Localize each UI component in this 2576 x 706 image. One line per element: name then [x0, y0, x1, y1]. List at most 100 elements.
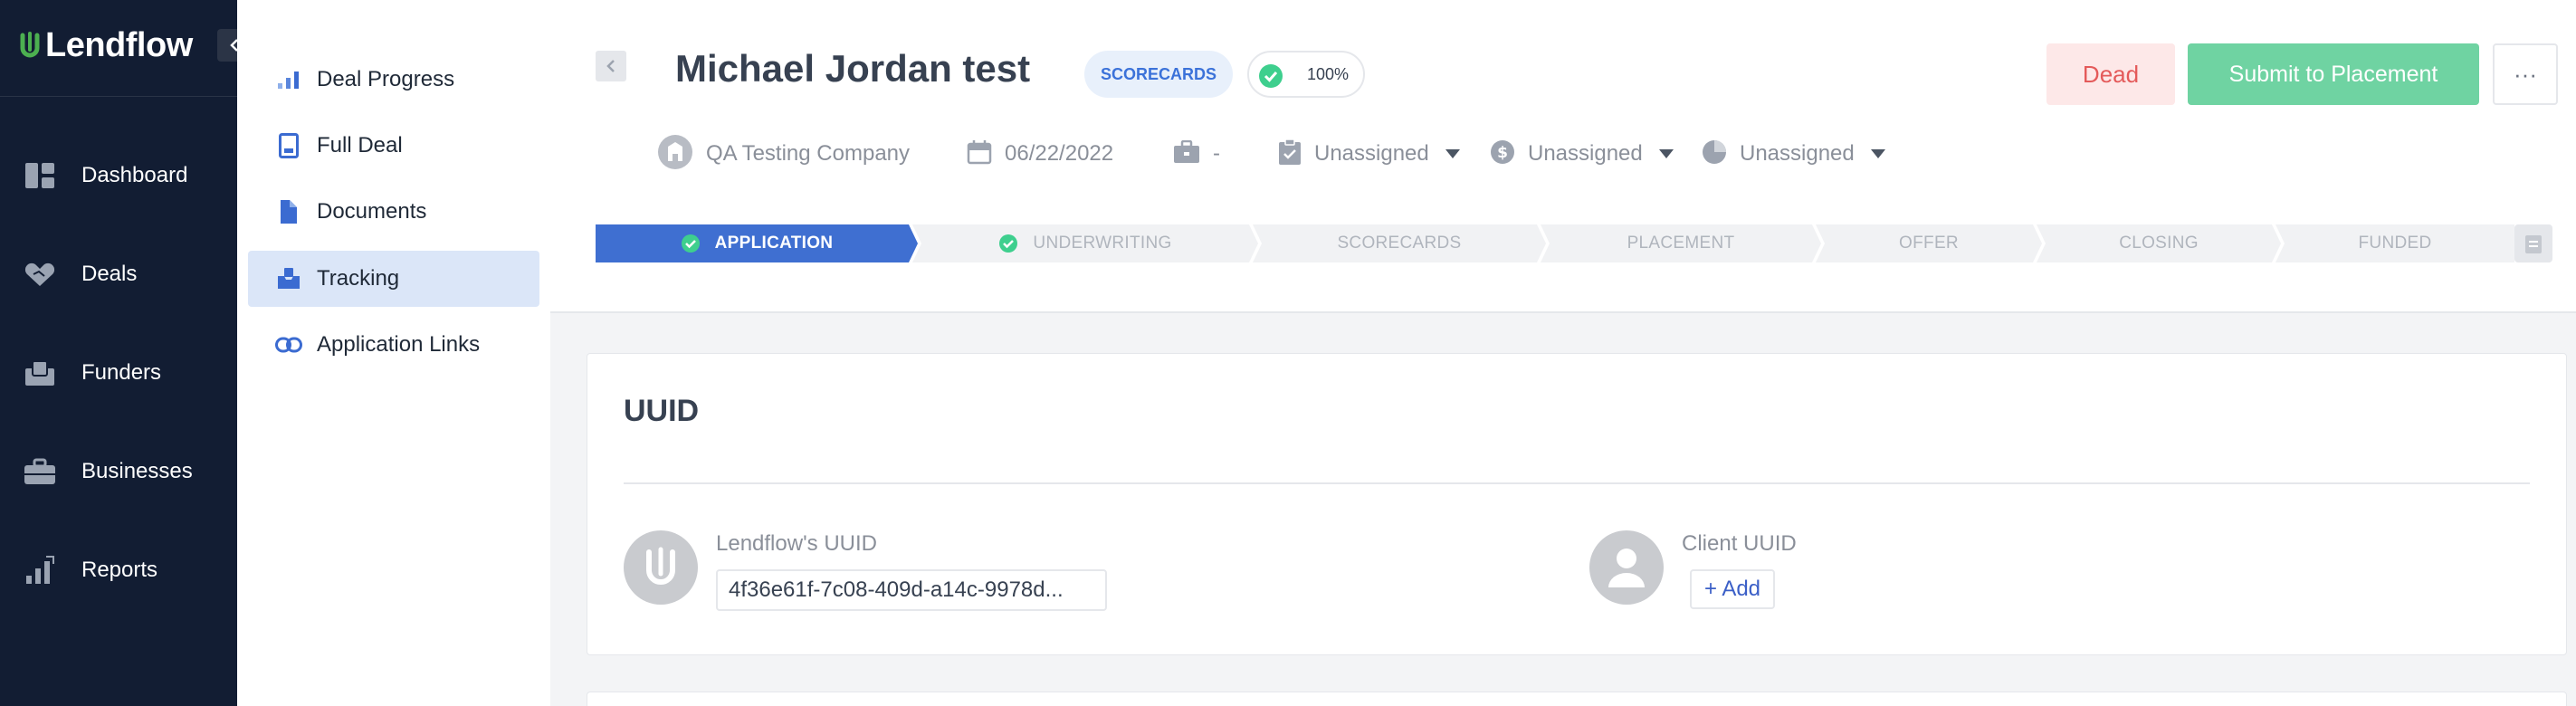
- assignee-dropdown-funding[interactable]: $ Unassigned: [1490, 134, 1674, 174]
- card-divider: [624, 482, 2530, 484]
- back-button[interactable]: [596, 51, 626, 81]
- stage-label: SCORECARDS: [1337, 234, 1462, 253]
- link-icon: [275, 331, 302, 358]
- dollar-circle-icon: $: [1490, 139, 1515, 169]
- briefcase-icon: [24, 455, 56, 488]
- deal-sub-navigation: Deal Progress Full Deal Documents Tracki…: [237, 0, 550, 706]
- date-value: 06/22/2022: [1005, 141, 1114, 166]
- subnav-item-label: Application Links: [317, 332, 481, 357]
- stage-offer[interactable]: OFFER: [1816, 224, 2042, 262]
- add-client-uuid-button[interactable]: + Add: [1690, 569, 1775, 609]
- nav-item-deals[interactable]: Deals: [0, 247, 237, 301]
- stage-label: OFFER: [1899, 234, 1959, 253]
- left-navigation: Lendflow Dashboard Deals Funders Busines…: [0, 0, 252, 706]
- nav-item-dashboard[interactable]: Dashboard: [0, 148, 237, 203]
- completion-badge: 100%: [1247, 51, 1365, 98]
- stage-closing[interactable]: CLOSING: [2037, 224, 2281, 262]
- deal-stage-progress: APPLICATION UNDERWRITING SCORECARDS PLAC…: [596, 224, 2533, 262]
- card-title: UUID: [624, 394, 700, 428]
- chevron-down-icon: [1658, 149, 1674, 158]
- stage-placement[interactable]: PLACEMENT: [1541, 224, 1821, 262]
- deal-header: Michael Jordan test SCORECARDS 100% Dead…: [550, 0, 2576, 313]
- clipboard-check-icon: [1278, 138, 1302, 170]
- subnav-item-documents[interactable]: Documents: [248, 184, 539, 240]
- subnav-item-label: Documents: [317, 199, 427, 224]
- calendar-icon: [967, 139, 992, 169]
- lendflow-logo[interactable]: Lendflow: [20, 24, 193, 67]
- document-icon: [275, 132, 302, 159]
- next-card: [587, 692, 2567, 706]
- nav-item-label: Businesses: [81, 459, 193, 483]
- lendflow-uuid-field[interactable]: 4f36e61f-7c08-409d-a14c-9978d...: [716, 569, 1107, 611]
- brand-name: Lendflow: [45, 25, 193, 64]
- nav-item-label: Deals: [81, 262, 138, 286]
- company-info[interactable]: QA Testing Company: [657, 134, 910, 174]
- lendflow-logo-mark-icon: [646, 547, 675, 585]
- stage-scorecards[interactable]: SCORECARDS: [1253, 224, 1546, 262]
- assignee-dropdown-analyst[interactable]: Unassigned: [1702, 134, 1885, 174]
- subnav-item-full-deal[interactable]: Full Deal: [248, 118, 539, 174]
- dead-button[interactable]: Dead: [2046, 43, 2175, 105]
- stage-funded[interactable]: FUNDED: [2275, 224, 2514, 262]
- nav-item-funders[interactable]: Funders: [0, 346, 237, 400]
- nav-item-label: Dashboard: [81, 163, 188, 187]
- scorecards-badge[interactable]: SCORECARDS: [1084, 51, 1234, 98]
- lendflow-logo-mark-icon: [20, 32, 40, 58]
- stage-label: UNDERWRITING: [1033, 234, 1172, 253]
- subnav-item-label: Deal Progress: [317, 67, 455, 91]
- check-circle-icon: [999, 234, 1018, 253]
- stage-label: APPLICATION: [714, 234, 834, 253]
- company-name: QA Testing Company: [706, 141, 911, 166]
- assignee-value: Unassigned: [1314, 141, 1429, 166]
- nav-item-label: Funders: [81, 360, 162, 385]
- file-icon: [275, 198, 302, 225]
- assignee-value: Unassigned: [1740, 141, 1855, 166]
- subnav-item-tracking[interactable]: Tracking: [248, 251, 539, 307]
- lendflow-avatar: [624, 530, 698, 605]
- chevron-left-icon: [606, 60, 615, 72]
- product-info: -: [1173, 134, 1220, 174]
- submit-to-placement-button[interactable]: Submit to Placement: [2188, 43, 2479, 105]
- briefcase-icon: [1173, 139, 1200, 168]
- subnav-item-deal-progress[interactable]: Deal Progress: [248, 52, 539, 108]
- lendflow-uuid-label: Lendflow's UUID: [716, 531, 877, 556]
- deal-date: 06/22/2022: [967, 134, 1113, 174]
- funders-icon: [24, 357, 56, 389]
- clipboard-icon: [2525, 235, 2542, 253]
- subnav-item-label: Tracking: [317, 266, 400, 291]
- stage-label: PLACEMENT: [1627, 234, 1735, 253]
- page-title: Michael Jordan test: [675, 47, 1031, 90]
- notes-button[interactable]: [2514, 224, 2552, 262]
- nav-item-label: Reports: [81, 558, 158, 582]
- dashboard-icon: [24, 159, 56, 192]
- stage-application[interactable]: APPLICATION: [596, 224, 918, 262]
- completion-percent: 100%: [1307, 64, 1350, 83]
- stage-label: CLOSING: [2119, 234, 2199, 253]
- product-value: -: [1213, 141, 1220, 166]
- client-uuid-label: Client UUID: [1682, 531, 1797, 556]
- check-circle-icon: [681, 234, 700, 253]
- handshake-icon: [24, 258, 56, 291]
- reports-icon: [24, 554, 56, 587]
- company-avatar-icon: [657, 134, 693, 175]
- more-options-button[interactable]: ···: [2493, 43, 2558, 105]
- assignee-dropdown-underwriter[interactable]: Unassigned: [1278, 134, 1460, 174]
- inbox-icon: [275, 265, 302, 292]
- assignee-value: Unassigned: [1528, 141, 1643, 166]
- nav-divider: [0, 96, 237, 97]
- chevron-down-icon: [1870, 149, 1885, 158]
- svg-text:$: $: [1497, 144, 1508, 162]
- user-icon: [1608, 549, 1645, 587]
- check-circle-icon: [1258, 63, 1283, 93]
- subnav-item-label: Full Deal: [317, 133, 403, 157]
- chevron-down-icon: [1445, 149, 1460, 158]
- pie-chart-icon: [1702, 139, 1727, 169]
- stage-underwriting[interactable]: UNDERWRITING: [912, 224, 1258, 262]
- uuid-card: UUID Lendflow's UUID 4f36e61f-7c08-409d-…: [587, 353, 2567, 655]
- subnav-item-application-links[interactable]: Application Links: [248, 317, 539, 373]
- bar-chart-icon: [275, 66, 302, 93]
- stage-label: FUNDED: [2358, 234, 2432, 253]
- client-avatar: [1589, 530, 1664, 605]
- nav-item-reports[interactable]: Reports: [0, 543, 237, 597]
- nav-item-businesses[interactable]: Businesses: [0, 444, 237, 499]
